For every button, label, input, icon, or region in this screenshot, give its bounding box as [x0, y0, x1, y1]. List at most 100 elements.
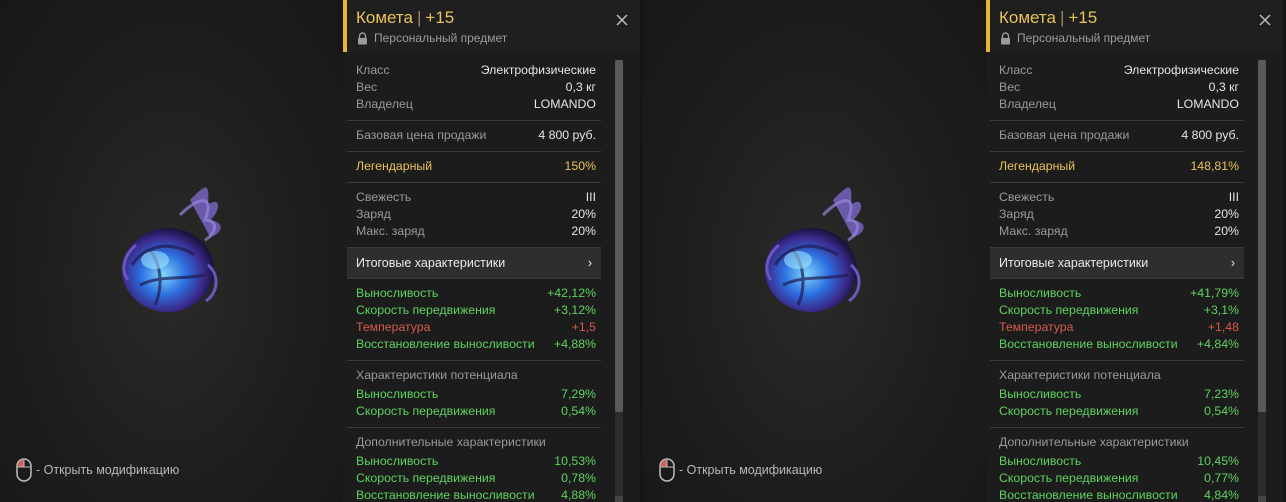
scrollbar-thumb[interactable]	[615, 60, 623, 412]
stat-label: Выносливость	[999, 286, 1082, 300]
stat-value: 20%	[1214, 224, 1239, 238]
rarity-section: Легендарный 150%	[347, 152, 601, 183]
tooltip-header: Комета | +15 Персональный предмет	[986, 0, 1283, 52]
scrollbar[interactable]	[1258, 60, 1266, 496]
total-stats-button[interactable]: Итоговые характеристики ›	[990, 248, 1244, 279]
stat-value: 0,78%	[561, 471, 596, 485]
close-icon[interactable]	[614, 12, 630, 28]
stat-label: Легендарный	[356, 159, 433, 173]
open-modification-hint: - Открыть модификацию	[16, 458, 179, 482]
extra-section: Дополнительные характеристики Выносливост…	[990, 428, 1244, 502]
tooltip-header: Комета | +15 Персональный предмет	[343, 0, 640, 52]
item-tooltip: Комета | +15 Персональный предмет Класс Эле…	[986, 0, 1283, 502]
item-level: +15	[425, 8, 455, 27]
stat-value: 0,54%	[561, 404, 596, 418]
item-name: Комета	[999, 8, 1056, 27]
stat-label: Восстановление выносливости	[356, 488, 535, 502]
stat-value: 150%	[564, 159, 596, 173]
tooltip-content[interactable]: Класс Электрофизические Вес 0,3 кг Владелец L…	[347, 56, 601, 502]
stat-label: Выносливость	[999, 387, 1082, 401]
totals-section: Выносливость +41,79% Скорость передвижения…	[990, 279, 1244, 361]
stat-value: 20%	[571, 207, 596, 221]
stat-label: Скорость передвижения	[356, 404, 496, 418]
state-section: Свежесть III Заряд 20% Макс. заряд 20%	[990, 183, 1244, 248]
stat-value: Электрофизические	[480, 63, 596, 77]
stat-label: Выносливость	[999, 454, 1082, 468]
item-preview: - Открыть модификацию	[0, 0, 343, 502]
stat-value: 0,3 кг	[565, 80, 596, 94]
stat-row: Базовая цена продажи 4 800 руб.	[356, 127, 596, 144]
stat-label: Скорость передвижения	[999, 404, 1139, 418]
tooltip-content[interactable]: Класс Электрофизические Вес 0,3 кг Владелец L…	[990, 56, 1244, 502]
total-stats-label: Итоговые характеристики	[999, 256, 1149, 270]
stat-row: Выносливость 10,45%	[999, 453, 1239, 470]
scrollbar-thumb[interactable]	[1258, 60, 1266, 412]
stat-label: Вес	[356, 80, 378, 94]
stat-label: Макс. заряд	[356, 224, 425, 238]
stat-value: 7,29%	[561, 387, 596, 401]
open-modification-text: - Открыть модификацию	[679, 463, 823, 477]
stat-value: 4 800 руб.	[538, 128, 596, 142]
item-title: Комета | +15	[356, 8, 454, 28]
stat-label: Температура	[999, 320, 1074, 334]
stat-label: Выносливость	[356, 286, 439, 300]
stat-value: 0,54%	[1204, 404, 1239, 418]
stat-row: Восстановление выносливости +4,88%	[356, 336, 596, 353]
stat-row: Скорость передвижения 0,54%	[999, 403, 1239, 420]
stat-value: 4 800 руб.	[1181, 128, 1239, 142]
stat-label: Скорость передвижения	[999, 471, 1139, 485]
item-title: Комета | +15	[999, 8, 1097, 28]
stat-row: Выносливость +42,12%	[356, 285, 596, 302]
section-title: Характеристики потенциала	[999, 368, 1161, 382]
scrollbar[interactable]	[615, 60, 623, 496]
stat-value: 0,77%	[1204, 471, 1239, 485]
stat-row: Владелец LOMANDO	[356, 96, 596, 113]
lock-icon	[358, 31, 367, 44]
item-name: Комета	[356, 8, 413, 27]
stat-value: +1,48	[1207, 320, 1239, 334]
stat-value: Электрофизические	[1123, 63, 1239, 77]
stat-label: Базовая цена продажи	[356, 128, 487, 142]
stat-value: III	[585, 190, 596, 204]
stat-label: Легендарный	[999, 159, 1076, 173]
stat-value: 20%	[1214, 207, 1239, 221]
stat-row: Скорость передвижения +3,12%	[356, 302, 596, 319]
scroll-down-arrow[interactable]	[1258, 496, 1266, 502]
scroll-down-arrow[interactable]	[615, 496, 623, 502]
chevron-right-icon: ›	[1230, 256, 1235, 270]
stat-value: +41,79%	[1190, 286, 1239, 300]
stat-row: Легендарный 148,81%	[999, 158, 1239, 175]
stat-value: +4,84%	[1196, 337, 1239, 351]
title-separator: |	[417, 8, 422, 27]
stat-row: Макс. заряд 20%	[356, 223, 596, 240]
mouse-icon	[16, 458, 32, 482]
close-icon[interactable]	[1257, 12, 1273, 28]
stat-label: Владелец	[356, 97, 413, 111]
stat-row: Макс. заряд 20%	[999, 223, 1239, 240]
stat-row: Свежесть III	[999, 189, 1239, 206]
stat-label: Температура	[356, 320, 431, 334]
stat-row: Восстановление выносливости +4,84%	[999, 336, 1239, 353]
stat-row: Базовая цена продажи 4 800 руб.	[999, 127, 1239, 144]
open-modification-text: - Открыть модификацию	[36, 463, 180, 477]
stat-row: Выносливость 10,53%	[356, 453, 596, 470]
extra-section: Дополнительные характеристики Выносливост…	[347, 428, 601, 502]
stat-value: 10,45%	[1197, 454, 1239, 468]
stat-row: Выносливость 7,29%	[356, 386, 596, 403]
item-preview: - Открыть модификацию	[643, 0, 986, 502]
stat-label: Восстановление выносливости	[356, 337, 535, 351]
comet-artifact-image	[122, 187, 221, 312]
price-section: Базовая цена продажи 4 800 руб.	[347, 121, 601, 152]
stat-label: Класс	[999, 63, 1033, 77]
stat-row: Выносливость +41,79%	[999, 285, 1239, 302]
total-stats-button[interactable]: Итоговые характеристики ›	[347, 248, 601, 279]
stat-label: Скорость передвижения	[356, 471, 496, 485]
lock-icon	[1001, 31, 1010, 44]
stat-row: Выносливость 7,23%	[999, 386, 1239, 403]
item-panel-right: - Открыть модификацию Комета | +15 Персона…	[643, 0, 1286, 502]
title-separator: |	[1060, 8, 1065, 27]
stat-value: 4,88%	[561, 488, 596, 502]
personal-item-label: Персональный предмет	[1017, 31, 1151, 45]
stat-label: Заряд	[999, 207, 1034, 221]
stat-row: Температура +1,5	[356, 319, 596, 336]
